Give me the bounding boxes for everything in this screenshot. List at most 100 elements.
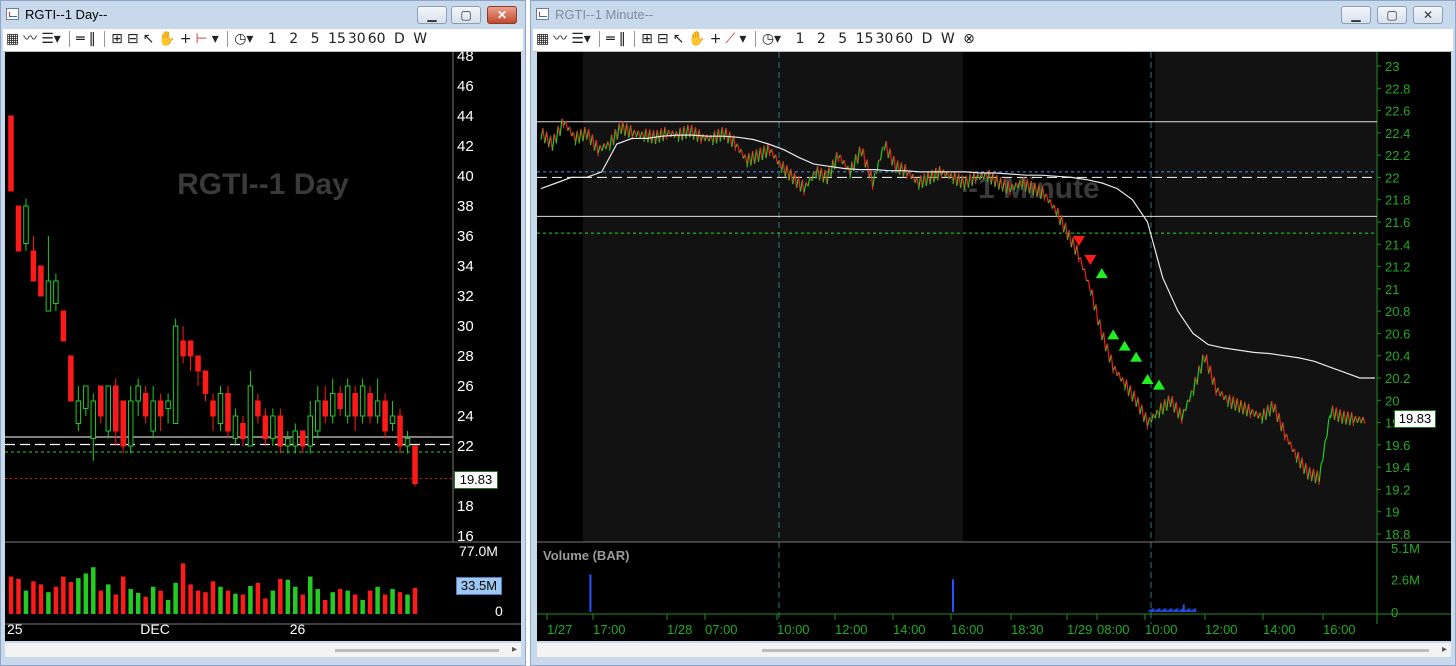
clock-icon[interactable]: ◷▾ <box>761 29 782 49</box>
zoom-in-icon[interactable]: ⊞ <box>110 29 124 49</box>
candle-body <box>202 370 209 394</box>
date-tick-label: 17:00 <box>593 622 626 637</box>
daily-chart-svg[interactable]: RGTI--1 Day 48 46 44 42 40 38 36 34 32 30 28 26 24 22… <box>5 52 521 641</box>
hand-icon[interactable]: ✋ <box>687 29 706 49</box>
price-segment <box>1095 304 1099 326</box>
volume-bar <box>315 589 320 614</box>
volume-bar <box>367 590 373 614</box>
close-button[interactable]: ✕ <box>1413 6 1443 24</box>
price-segment <box>1103 332 1107 352</box>
candle-body <box>247 385 254 447</box>
close-button[interactable]: ✕ <box>487 6 517 24</box>
chevron-down-icon[interactable]: ▾ <box>738 29 747 49</box>
hand-icon[interactable]: ✋ <box>157 29 176 49</box>
timeframe-2[interactable]: 2 <box>288 29 299 49</box>
volume-tick-label: 2.6M <box>1391 572 1420 587</box>
crosshair-icon[interactable]: + <box>179 29 193 49</box>
minimize-button[interactable]: ▁ <box>1341 6 1371 24</box>
timeframe-15[interactable]: 15 <box>855 29 875 49</box>
study-icon[interactable]: 〰 <box>22 29 38 49</box>
line-tool-icon[interactable]: ⊢ <box>195 29 209 49</box>
date-tick-label: 1/27 <box>547 622 572 637</box>
timeframe-weekly[interactable]: W <box>940 29 956 49</box>
price-tick-label: 28 <box>457 348 474 365</box>
last-price-badge: 19.83 <box>454 471 498 489</box>
timeframe-60[interactable]: 60 <box>894 29 914 49</box>
candle-body <box>195 355 201 372</box>
cancel-icon[interactable]: ⊗ <box>962 29 976 49</box>
price-tick-label: 24 <box>457 408 474 425</box>
style-menu-icon[interactable]: ☰▾ <box>570 29 592 49</box>
volume-bar <box>53 586 59 614</box>
zoom-in-icon[interactable]: ⊞ <box>640 29 654 49</box>
candle-body <box>292 430 299 447</box>
pointer-icon[interactable]: ↖ <box>142 29 156 49</box>
price-segment <box>1076 244 1080 263</box>
lines-icon[interactable]: ═ <box>605 29 615 49</box>
timeframe-1[interactable]: 1 <box>267 29 278 49</box>
price-tick-label: 40 <box>457 168 474 185</box>
timeframe-5[interactable]: 5 <box>837 29 848 49</box>
timeframe-2[interactable]: 2 <box>816 29 827 49</box>
volume-bar <box>300 594 306 614</box>
volume-bar <box>375 586 380 614</box>
volume-badge: 33.5M <box>456 577 502 595</box>
candle-body <box>165 400 171 409</box>
lines-icon[interactable]: ═ <box>75 29 85 49</box>
bars-icon[interactable]: ‖ <box>88 29 97 49</box>
chart-toolbar: ▦ 〰 ☰▾ ═ ‖ ⊞ ⊟ ↖ ✋ + ⊢ ▾ ◷▾ 1 2 5 15 30 60 D W <box>3 29 523 52</box>
price-tick-label: 19 <box>1385 505 1399 520</box>
price-tick-label: 21.2 <box>1385 260 1410 275</box>
volume-bar <box>278 578 283 614</box>
scroll-right-icon[interactable]: ▸ <box>1442 644 1447 655</box>
chevron-down-icon[interactable]: ▾ <box>211 29 220 49</box>
price-tick-label: 22.4 <box>1385 126 1410 141</box>
minute-chart-svg[interactable]: RGTI--1 Minute Volume (BAR) 2322.822.622… <box>537 52 1451 641</box>
title-bar[interactable]: RGTI--1 Minute-- ▁ ▢ ✕ <box>531 1 1455 29</box>
daily-chart-area[interactable]: RGTI--1 Day 48 46 44 42 40 38 36 34 32 30 28 26 24 22… <box>5 52 521 641</box>
price-tick-label: 26 <box>457 378 474 395</box>
bars-icon[interactable]: ‖ <box>618 29 627 49</box>
style-menu-icon[interactable]: ☰▾ <box>40 29 62 49</box>
horizontal-scrollbar[interactable]: ▸ <box>537 643 1451 657</box>
volume-bar <box>330 592 335 614</box>
chart-watermark: RGTI--1 Day <box>177 168 349 201</box>
timeframe-30[interactable]: 30 <box>347 29 367 49</box>
maximize-button[interactable]: ▢ <box>1377 6 1407 24</box>
crosshair-icon[interactable]: + <box>709 29 723 49</box>
clock-icon[interactable]: ◷▾ <box>233 29 254 49</box>
timeframe-1[interactable]: 1 <box>795 29 806 49</box>
chart-type-icon[interactable]: ▦ <box>535 29 550 49</box>
candle-body <box>83 385 89 409</box>
zoom-out-icon[interactable]: ⊟ <box>656 29 670 49</box>
timeframe-60[interactable]: 60 <box>367 29 387 49</box>
price-tick-label: 30 <box>457 318 474 335</box>
zoom-out-icon[interactable]: ⊟ <box>126 29 140 49</box>
pointer-icon[interactable]: ↖ <box>672 29 686 49</box>
timeframe-weekly[interactable]: W <box>412 29 428 49</box>
study-icon[interactable]: 〰 <box>552 29 568 49</box>
volume-bar <box>225 590 231 614</box>
volume-bar <box>68 582 74 614</box>
timeframe-15[interactable]: 15 <box>327 29 347 49</box>
timeframe-5[interactable]: 5 <box>310 29 321 49</box>
sell-signal-marker <box>1084 255 1097 265</box>
chart-type-icon[interactable]: ▦ <box>5 29 20 49</box>
maximize-button[interactable]: ▢ <box>451 6 481 24</box>
candle-body <box>232 415 239 439</box>
price-tick-label: 23 <box>1385 59 1399 74</box>
minimize-button[interactable]: ▁ <box>417 6 447 24</box>
timeframe-daily[interactable]: D <box>921 29 934 49</box>
volume-bar <box>38 584 44 614</box>
title-bar[interactable]: RGTI--1 Day-- ▁ ▢ ✕ <box>1 1 525 29</box>
timeframe-30[interactable]: 30 <box>874 29 894 49</box>
timeframe-daily[interactable]: D <box>393 29 406 49</box>
price-segment <box>1061 215 1065 233</box>
horizontal-scrollbar[interactable]: ▸ <box>5 643 521 657</box>
volume-tick-label: 5.1M <box>1391 541 1420 556</box>
app-chart-icon <box>536 8 549 20</box>
minute-chart-area[interactable]: RGTI--1 Minute Volume (BAR) 23 22.8 22.6 22… <box>537 52 1451 641</box>
scroll-right-icon[interactable]: ▸ <box>512 644 517 655</box>
trendline-icon[interactable]: ⟋ <box>725 29 737 49</box>
price-segment <box>1080 257 1084 271</box>
